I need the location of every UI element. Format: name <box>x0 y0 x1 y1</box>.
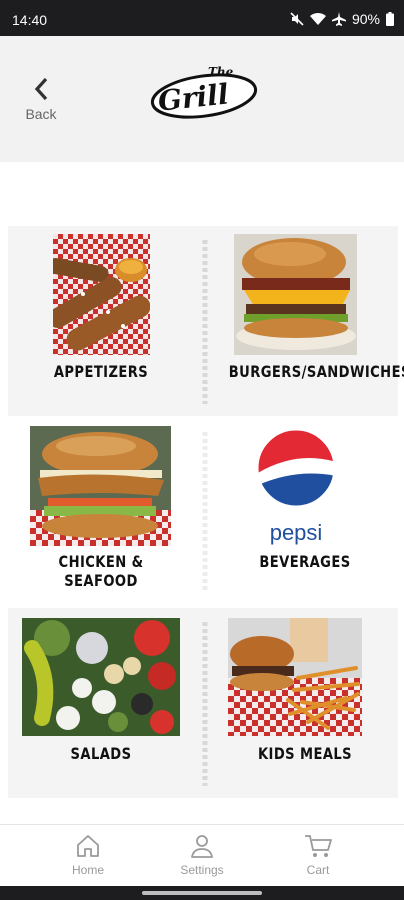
tile-divider <box>202 432 208 590</box>
home-gesture-handle[interactable] <box>142 891 262 895</box>
airplane-icon <box>331 12 346 26</box>
chevron-left-icon <box>34 77 48 101</box>
category-tile-chicken-seafood[interactable]: CHICKEN & SEAFOOD <box>8 418 194 604</box>
category-label: BURGERS/SANDWICHES <box>228 362 404 381</box>
category-tile-burgers-sandwiches[interactable]: BURGERS/SANDWICHES <box>212 226 404 416</box>
wifi-icon <box>309 12 326 25</box>
status-bar: 14:40 90% <box>0 0 404 36</box>
cart-icon <box>305 835 332 857</box>
category-label: SALADS <box>70 744 132 763</box>
pepsi-wordmark: pepsi <box>270 520 323 545</box>
nav-cart[interactable]: Cart <box>278 833 358 877</box>
person-icon <box>191 835 213 858</box>
back-label: Back <box>25 106 57 122</box>
burger-and-fries-photo <box>228 618 362 736</box>
category-row-3: SALADS KIDS MEALS <box>8 608 398 798</box>
bacon-cheeseburger-photo <box>234 234 357 355</box>
category-row-2: CHICKEN & SEAFOOD pepsi BEVERAGES <box>8 418 398 604</box>
battery-icon <box>386 12 394 26</box>
salad-photo <box>22 618 180 736</box>
the-grill-logo: The Grill <box>150 65 258 119</box>
pretzel-sticks-with-cheese-photo <box>53 234 150 355</box>
tile-divider <box>202 622 208 786</box>
nav-home[interactable]: Home <box>48 833 128 877</box>
category-label: APPETIZERS <box>53 362 149 381</box>
category-tile-appetizers[interactable]: APPETIZERS <box>8 226 194 416</box>
bottom-nav: Home Settings Cart <box>0 824 404 888</box>
status-icons: 90% <box>290 11 394 27</box>
category-label: CHICKEN & SEAFOOD <box>58 552 144 590</box>
category-label: BEVERAGES <box>259 552 351 571</box>
logo-text-top: The <box>208 65 234 79</box>
category-tile-salads[interactable]: SALADS <box>8 608 194 798</box>
category-tile-kids-meals[interactable]: KIDS MEALS <box>212 608 398 798</box>
back-button[interactable]: Back <box>20 76 62 126</box>
nav-home-label: Home <box>71 863 104 877</box>
category-label: KIDS MEALS <box>257 744 353 763</box>
pepsi-logo: pepsi <box>256 428 336 546</box>
tile-divider <box>202 240 208 404</box>
mute-icon <box>290 12 304 26</box>
category-tile-beverages[interactable]: pepsi BEVERAGES <box>212 418 398 604</box>
category-row-1: APPETIZERS BURGERS/SANDWICHES <box>8 226 404 416</box>
nav-settings-label: Settings <box>180 863 224 877</box>
chicken-sandwich-photo <box>30 426 171 546</box>
header: Back The Grill <box>0 36 404 162</box>
nav-cart-label: Cart <box>306 863 330 877</box>
gesture-bar <box>0 886 404 900</box>
home-icon <box>77 835 99 857</box>
status-time: 14:40 <box>12 12 48 28</box>
battery-percent: 90% <box>351 11 380 27</box>
nav-settings[interactable]: Settings <box>162 833 242 877</box>
